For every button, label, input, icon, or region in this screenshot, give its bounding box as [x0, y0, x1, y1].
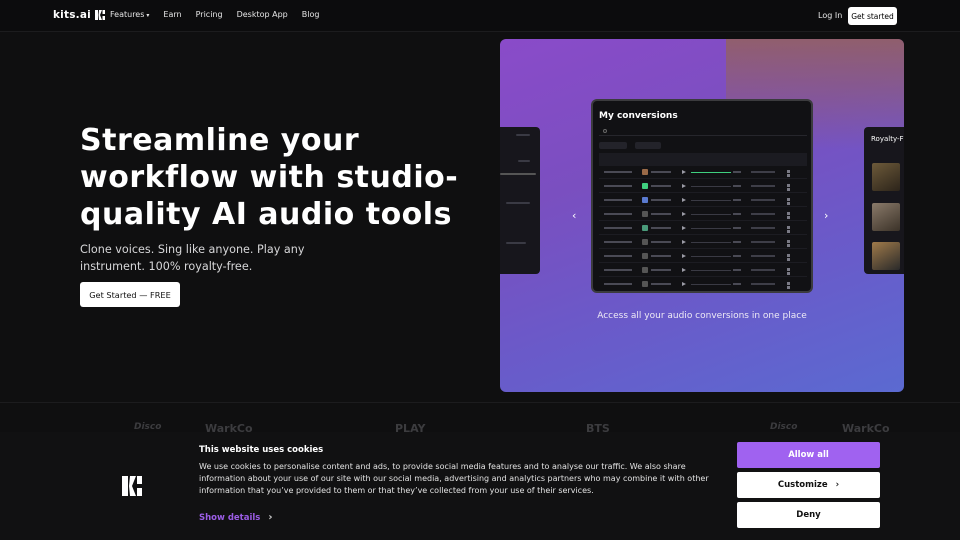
kits-mark-icon: [94, 10, 105, 20]
chevron-left-icon[interactable]: ‹: [572, 209, 576, 222]
table-row[interactable]: [599, 180, 807, 193]
show-details-link[interactable]: Show details ›: [199, 512, 272, 523]
conversions-card: My conversions: [591, 99, 813, 293]
hero-subtitle: Clone voices. Sing like anyone. Play any…: [80, 243, 305, 273]
nav-links: Features ▾ Earn Pricing Desktop App Blog: [110, 10, 319, 19]
showcase-caption: Access all your audio conversions in one…: [597, 311, 807, 321]
chevron-right-icon: ›: [268, 512, 273, 523]
table-row[interactable]: [599, 264, 807, 277]
side-preview-card-left: [500, 127, 540, 274]
cookie-banner: This website uses cookies We use cookies…: [0, 432, 960, 540]
kits-mark-icon: [122, 476, 142, 496]
kits-logo[interactable]: kits.ai: [53, 9, 105, 21]
conversions-title: My conversions: [599, 111, 678, 121]
get-started-button[interactable]: Get started: [848, 7, 897, 25]
top-navbar: kits.ai Features ▾ Earn Pricing Desktop A…: [0, 0, 960, 32]
table-row[interactable]: [599, 166, 807, 179]
cookie-description: We use cookies to personalise content an…: [199, 462, 709, 495]
search-icon: [603, 129, 607, 133]
artist-thumbnail: [872, 163, 900, 191]
show-details-label: Show details: [199, 512, 261, 523]
nav-desktop-app[interactable]: Desktop App: [237, 10, 288, 19]
cookie-title: This website uses cookies: [199, 445, 324, 455]
table-row[interactable]: [599, 194, 807, 207]
feature-showcase: Royalty-F ‹ › My conversions Access all …: [500, 39, 904, 392]
nav-features[interactable]: Features ▾: [110, 10, 149, 19]
conversions-search[interactable]: [599, 128, 807, 136]
allow-all-button[interactable]: Allow all: [737, 442, 880, 468]
chevron-right-icon[interactable]: ›: [824, 209, 828, 222]
partner-logo: Disco: [770, 422, 798, 432]
side-preview-card-right: Royalty-F: [864, 127, 904, 274]
hero-cta-button[interactable]: Get Started — FREE: [80, 282, 180, 307]
table-row[interactable]: [599, 250, 807, 263]
nav-blog[interactable]: Blog: [302, 10, 320, 19]
filter-chip[interactable]: [635, 142, 661, 149]
customize-button[interactable]: Customize ›: [737, 472, 880, 498]
hero-title: Streamline your workflow with studio-qua…: [80, 123, 459, 232]
logo-text: kits.ai: [53, 9, 91, 21]
table-row[interactable]: [599, 278, 807, 291]
table-row[interactable]: [599, 222, 807, 235]
filter-chip[interactable]: [599, 142, 627, 149]
table-row[interactable]: [599, 208, 807, 221]
deny-button[interactable]: Deny: [737, 502, 880, 528]
nav-earn[interactable]: Earn: [163, 10, 181, 19]
artist-thumbnail: [872, 242, 900, 270]
table-header: [599, 153, 807, 166]
nav-pricing[interactable]: Pricing: [196, 10, 223, 19]
chevron-right-icon: ›: [835, 480, 840, 490]
login-link[interactable]: Log In: [818, 11, 842, 20]
partner-logo: Disco: [134, 422, 162, 432]
chevron-down-icon: ▾: [146, 12, 150, 19]
artist-thumbnail: [872, 203, 900, 231]
right-card-title: Royalty-F: [871, 135, 904, 143]
customize-label: Customize: [777, 480, 828, 490]
table-row[interactable]: [599, 236, 807, 249]
